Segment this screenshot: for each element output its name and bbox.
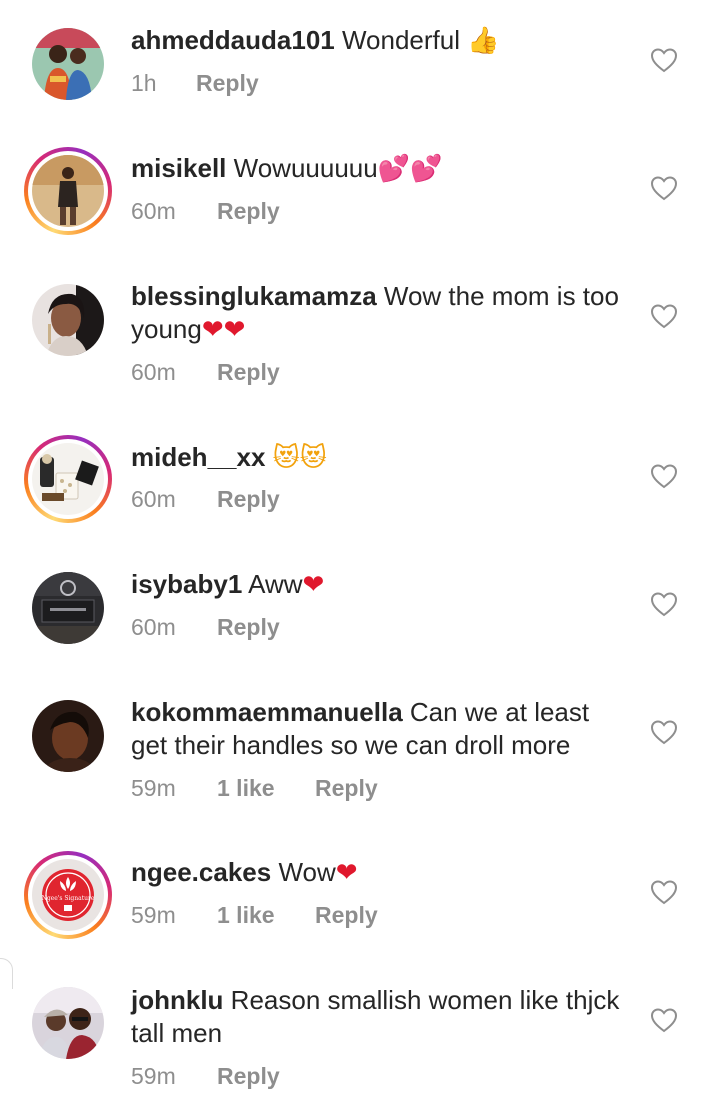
comment-time: 59m [131,775,176,801]
comment-meta: 59m 1 like Reply [131,902,378,929]
comment-username[interactable]: blessinglukamamza [131,281,377,311]
two-hearts-emoji: 💕💕 [377,154,443,184]
comment-text: mideh__xx 😻😻 [131,441,631,475]
avatar[interactable] [32,700,104,772]
comment-meta: 60m Reply [131,359,280,386]
red-heart-emoji: ❤ [302,570,325,600]
comment-text: blessinglukamamza Wow the mom is too you… [131,280,631,347]
comment-meta: 60m Reply [131,198,280,225]
reply-button[interactable]: Reply [217,1063,280,1090]
comment-body: Wowuuuuuu [233,153,378,183]
comment-text: misikell Wowuuuuuu💕💕 [131,152,631,186]
reply-button[interactable]: Reply [217,486,280,513]
heart-icon[interactable] [650,719,678,745]
reply-button[interactable]: Reply [217,614,280,641]
reply-button[interactable]: Reply [315,775,378,802]
comment-username[interactable]: ngee.cakes [131,857,271,887]
comment-text: ngee.cakes Wow❤ [131,856,631,890]
reply-thread-indicator [0,958,13,989]
reply-button[interactable]: Reply [315,902,378,929]
heart-icon[interactable] [650,303,678,329]
comment-time: 60m [131,486,176,512]
avatar-image [32,700,104,772]
avatar[interactable] [24,435,112,523]
comment-time: 59m [131,902,176,928]
comment-meta: 1h Reply [131,70,259,97]
likes-count[interactable]: 1 like [217,902,315,929]
avatar-image: Ngee's Signature [32,859,104,931]
heart-icon[interactable] [650,1007,678,1033]
avatar-image [32,155,104,227]
reply-button[interactable]: Reply [217,359,280,386]
comment-meta: 59m Reply [131,1063,280,1090]
avatar-image [32,987,104,1059]
reply-button[interactable]: Reply [217,198,280,225]
avatar[interactable] [32,28,104,100]
comment-username[interactable]: johnklu [131,985,223,1015]
comment-body: Wow [278,857,336,887]
comment-username[interactable]: kokommaemmanuella [131,697,403,727]
avatar[interactable] [32,572,104,644]
avatar-image [32,28,104,100]
avatar[interactable]: Ngee's Signature [24,851,112,939]
comment-meta: 59m 1 like Reply [131,775,378,802]
comment-time: 60m [131,198,176,224]
comment-username[interactable]: ahmeddauda101 [131,25,335,55]
avatar[interactable] [24,147,112,235]
heart-icon[interactable] [650,175,678,201]
comment-text: isybaby1 Aww❤ [131,568,631,602]
comment-body: Wonderful [341,25,461,55]
comment-time: 59m [131,1063,176,1089]
comment-text: kokommaemmanuella Can we at least get th… [131,696,631,762]
avatar-seal-text: Ngee's Signature [42,895,95,902]
reply-button[interactable]: Reply [196,70,259,97]
avatar-image [32,284,104,356]
red-heart-emoji: ❤❤ [201,315,246,345]
comment-username[interactable]: isybaby1 [131,569,242,599]
comment-meta: 60m Reply [131,486,280,513]
comment-username[interactable]: misikell [131,153,226,183]
comment-time: 60m [131,614,176,640]
comment-text: johnklu Reason smallish women like thjck… [131,984,631,1050]
comment-body: Aww [248,569,303,599]
heart-icon[interactable] [650,879,678,905]
comment-time: 1h [131,70,157,96]
avatar-image [32,572,104,644]
heart-icon[interactable] [650,463,678,489]
avatar[interactable] [32,284,104,356]
heart-eyes-cat-emoji: 😻😻 [272,443,327,473]
comment-text: ahmeddauda101 Wonderful 👍 [131,24,631,58]
likes-count[interactable]: 1 like [217,775,315,802]
comment-meta: 60m Reply [131,614,280,641]
avatar[interactable] [32,987,104,1059]
thumbs-up-emoji: 👍 [467,26,500,56]
heart-icon[interactable] [650,47,678,73]
comment-username[interactable]: mideh__xx [131,442,265,472]
red-heart-emoji: ❤ [335,858,358,888]
comment-time: 60m [131,359,176,385]
avatar-image [32,443,104,515]
heart-icon[interactable] [650,591,678,617]
